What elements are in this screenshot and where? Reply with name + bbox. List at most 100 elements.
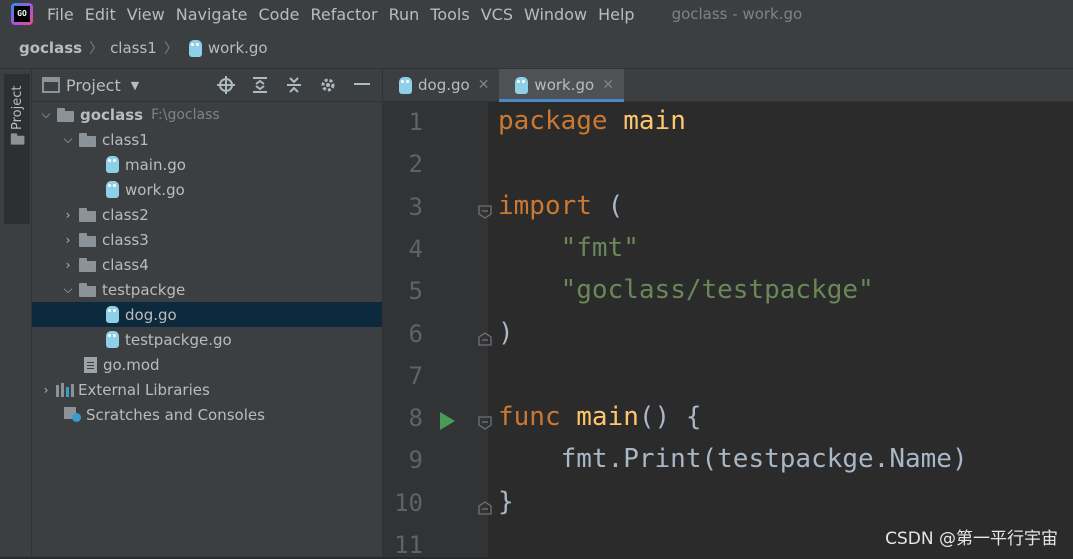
tree-item-testpackge-go[interactable]: testpackge.go: [32, 327, 382, 352]
expand-all-icon[interactable]: [248, 73, 272, 97]
navigation-bar: goclass 〉 class1 〉 work.go: [0, 28, 1073, 69]
breadcrumb-folder[interactable]: class1: [110, 39, 157, 57]
fold-marker-icon[interactable]: [478, 331, 492, 346]
tree-item-scratches[interactable]: Scratches and Consoles: [32, 402, 382, 427]
goland-logo-icon: GO: [11, 3, 33, 25]
chevron-down-icon[interactable]: ▼: [131, 79, 139, 92]
code-token: ): [498, 317, 514, 348]
tree-item-testpackge[interactable]: ⌵ testpackge: [32, 277, 382, 302]
code-token: "fmt": [560, 232, 639, 263]
chevron-down-icon[interactable]: ⌵: [60, 282, 76, 297]
run-icon[interactable]: [440, 412, 455, 431]
tab-work-go[interactable]: work.go ✕: [499, 69, 624, 102]
go-file-icon: [106, 181, 119, 198]
code-line[interactable]: "fmt": [498, 233, 639, 263]
project-panel: Project ▼ ⌵ goclass F:\goclass ⌵ class1 …: [32, 69, 383, 557]
hide-panel-icon[interactable]: [350, 73, 374, 97]
chevron-right-icon[interactable]: ›: [60, 258, 76, 272]
menu-help[interactable]: Help: [598, 5, 643, 24]
watermark: CSDN @第一平行宇宙: [885, 529, 1058, 549]
tree-item-label: class3: [102, 230, 149, 249]
code-line[interactable]: package main: [498, 106, 686, 136]
code-token: fmt.Print(testpackge.Name): [498, 444, 968, 475]
tree-item-label: class4: [102, 255, 149, 274]
line-number: 6: [408, 319, 423, 348]
go-file-icon: [106, 306, 119, 323]
tree-item-external-libraries[interactable]: › External Libraries: [32, 377, 382, 402]
project-tree: ⌵ goclass F:\goclass ⌵ class1 main.go wo…: [32, 102, 382, 427]
menu-code[interactable]: Code: [259, 5, 309, 24]
chevron-right-icon[interactable]: ›: [60, 208, 76, 222]
menu-refactor[interactable]: Refactor: [310, 5, 386, 24]
line-number: 8: [408, 404, 423, 433]
tab-label: dog.go: [418, 76, 470, 94]
code-area[interactable]: package main import ( "fmt" "goclass/test…: [488, 102, 1073, 557]
chevron-down-icon[interactable]: ⌵: [38, 107, 54, 122]
tree-item-label: class2: [102, 205, 149, 224]
tree-item-class1[interactable]: ⌵ class1: [32, 127, 382, 152]
tree-item-main-go[interactable]: main.go: [32, 152, 382, 177]
tree-item-class2[interactable]: › class2: [32, 202, 382, 227]
code-token: main: [623, 106, 686, 136]
close-icon[interactable]: ✕: [478, 77, 490, 93]
tab-dog-go[interactable]: dog.go ✕: [383, 69, 499, 101]
chevron-down-icon[interactable]: ⌵: [60, 132, 76, 147]
line-number: 10: [394, 488, 423, 517]
line-number: 2: [408, 150, 423, 179]
breadcrumb-project[interactable]: goclass: [19, 39, 82, 57]
fold-marker-icon[interactable]: [478, 204, 492, 219]
menu-view[interactable]: View: [127, 5, 174, 24]
project-tool-tab[interactable]: Project: [4, 74, 30, 224]
folder-icon: [57, 107, 75, 122]
tree-item-work-go[interactable]: work.go: [32, 177, 382, 202]
breadcrumb-file-label: work.go: [207, 39, 268, 57]
project-view-icon: [42, 77, 60, 93]
close-icon[interactable]: ✕: [602, 77, 614, 93]
folder-icon: [79, 232, 97, 247]
tree-item-label: go.mod: [103, 355, 160, 374]
locate-file-icon[interactable]: [214, 73, 238, 97]
tree-item-go-mod[interactable]: go.mod: [32, 352, 382, 377]
tree-item-dog-go[interactable]: dog.go: [32, 302, 382, 327]
tree-item-goclass[interactable]: ⌵ goclass F:\goclass: [32, 102, 382, 127]
menu-vcs[interactable]: VCS: [481, 5, 522, 24]
project-panel-toolbar: [214, 73, 374, 97]
window-title: goclass - work.go: [671, 5, 803, 23]
folder-icon: [79, 132, 97, 147]
code-line[interactable]: fmt.Print(testpackge.Name): [498, 444, 968, 474]
fold-marker-icon[interactable]: [478, 500, 492, 515]
menu-file[interactable]: File: [47, 5, 83, 24]
code-line[interactable]: func main() {: [498, 402, 702, 432]
tree-item-label: testpackge: [102, 280, 186, 299]
menu-window[interactable]: Window: [524, 5, 596, 24]
line-number: 5: [408, 277, 423, 306]
code-line[interactable]: "goclass/testpackge": [498, 275, 874, 305]
scratches-icon: [64, 406, 82, 423]
menu-edit[interactable]: Edit: [85, 5, 125, 24]
tree-item-class3[interactable]: › class3: [32, 227, 382, 252]
code-line[interactable]: ): [498, 318, 514, 348]
tool-window-strip: Project: [0, 69, 32, 557]
code-token: package: [498, 106, 624, 136]
tree-item-class4[interactable]: › class4: [32, 252, 382, 277]
mod-file-icon: [84, 356, 97, 373]
menu-run[interactable]: Run: [389, 5, 429, 24]
folder-icon: [79, 257, 97, 272]
line-number: 9: [408, 446, 423, 475]
project-tool-label: Project: [10, 85, 25, 130]
code-line[interactable]: import (: [498, 191, 623, 221]
gear-icon[interactable]: [316, 73, 340, 97]
fold-marker-icon[interactable]: [478, 416, 492, 430]
code-line[interactable]: }: [498, 487, 514, 517]
collapse-all-icon[interactable]: [282, 73, 306, 97]
project-panel-title[interactable]: Project: [66, 76, 121, 95]
menu-navigate[interactable]: Navigate: [176, 5, 257, 24]
code-token: main: [576, 402, 639, 433]
go-file-icon: [188, 39, 202, 57]
chevron-right-icon[interactable]: ›: [60, 233, 76, 247]
chevron-right-icon[interactable]: ›: [38, 383, 54, 397]
line-number: 7: [408, 361, 423, 390]
folder-icon: [10, 133, 25, 145]
breadcrumb-file[interactable]: work.go: [185, 39, 268, 57]
menu-tools[interactable]: Tools: [430, 5, 478, 24]
